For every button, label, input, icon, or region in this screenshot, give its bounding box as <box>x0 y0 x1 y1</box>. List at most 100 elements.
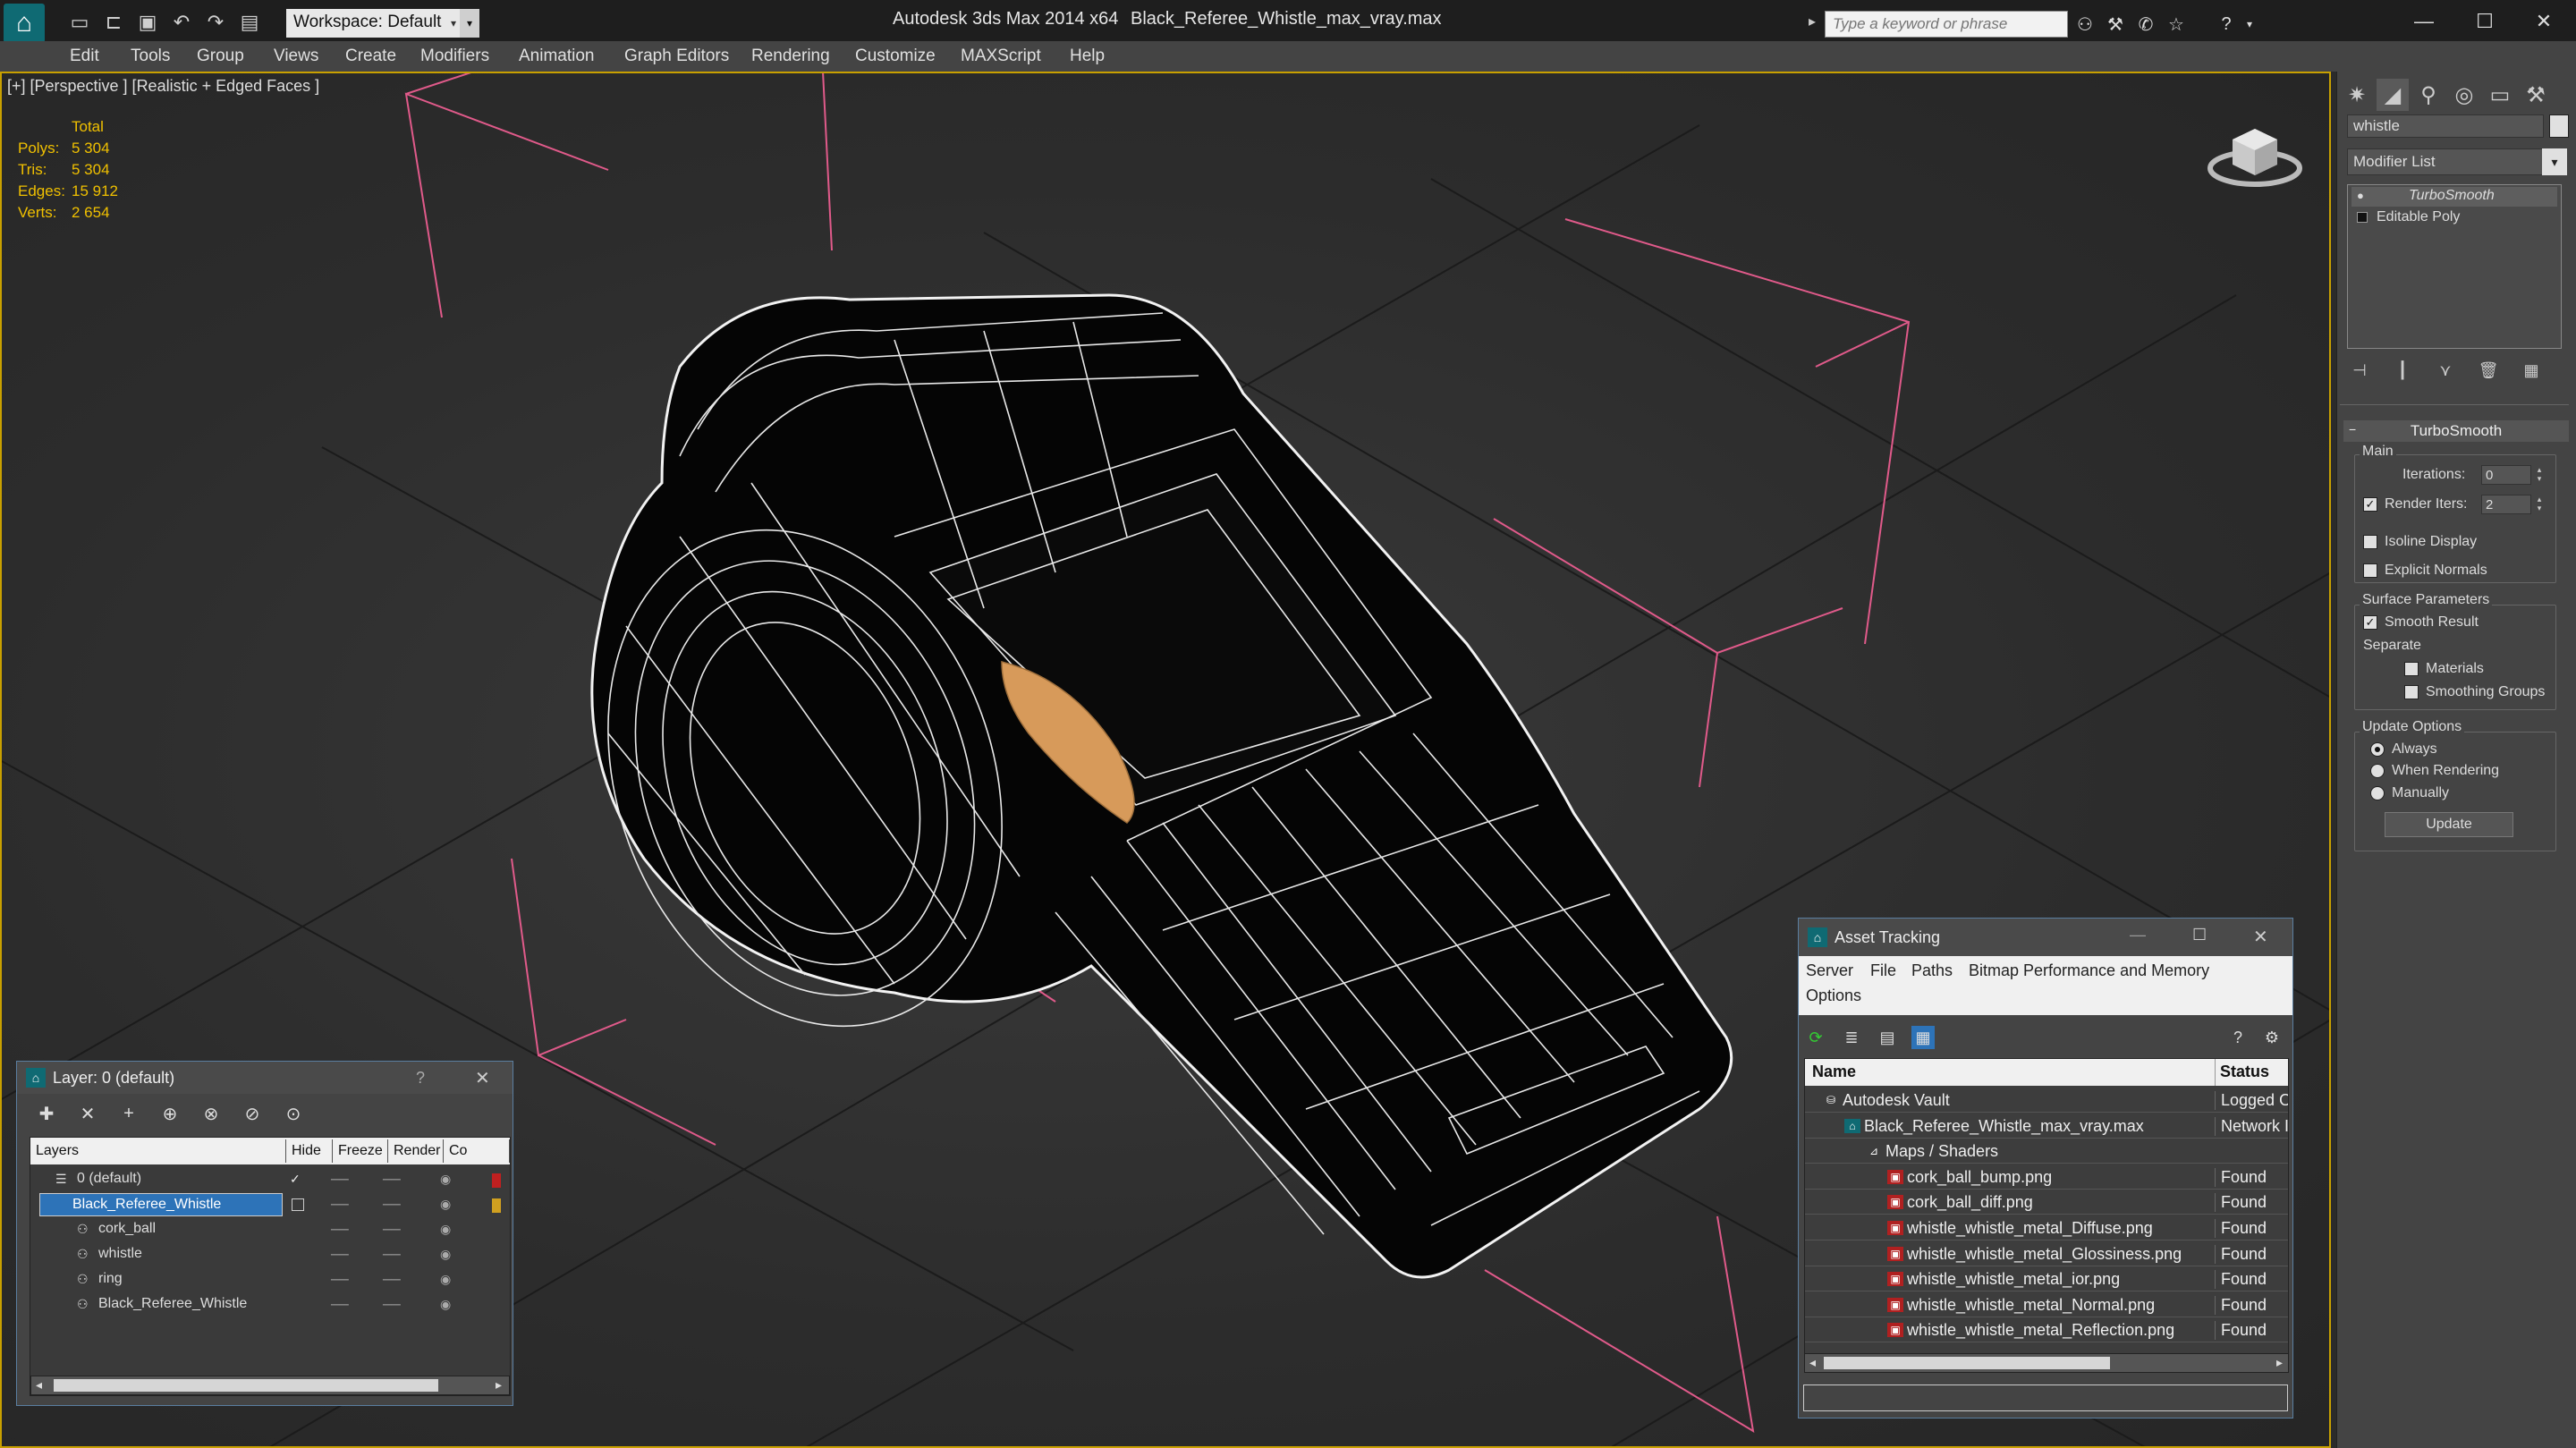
settings-icon[interactable]: ⚙ <box>2260 1026 2284 1049</box>
layer-row[interactable]: ☰ 0 (default) ✓ ── ── ◉ <box>30 1168 512 1193</box>
menu-graph-editors[interactable]: Graph Editors <box>624 47 729 66</box>
display-tab-icon[interactable]: ▭ <box>2484 79 2516 111</box>
highlight-layer-icon[interactable]: ⊗ <box>198 1101 225 1126</box>
update-button[interactable]: Update <box>2385 812 2513 837</box>
freeze-toggle-icon[interactable]: ── <box>383 1197 401 1211</box>
render-toggle-icon[interactable]: ◉ <box>440 1272 451 1287</box>
col-color[interactable]: Co <box>444 1139 510 1163</box>
asset-menu-file[interactable]: File <box>1870 961 1896 980</box>
object-color-swatch[interactable] <box>2549 114 2569 138</box>
menu-rendering[interactable]: Rendering <box>751 47 830 66</box>
hide-toggle-icon[interactable]: ── <box>331 1272 349 1286</box>
current-layer-check-icon[interactable]: ✓ <box>290 1172 301 1187</box>
viewport-label[interactable]: [+] [Perspective ] [Realistic + Edged Fa… <box>7 77 319 96</box>
motion-tab-icon[interactable]: ◎ <box>2448 79 2480 111</box>
hide-toggle-icon[interactable]: ── <box>331 1197 349 1211</box>
iterations-spinner[interactable] <box>2481 465 2531 485</box>
layer-row[interactable]: ⚇ cork_ball ── ── ◉ <box>30 1218 512 1243</box>
close-icon[interactable]: ✕ <box>2253 926 2268 948</box>
set-current-box-icon[interactable] <box>292 1198 304 1211</box>
pin-stack-icon[interactable]: ⊣ <box>2347 358 2372 383</box>
render-toggle-icon[interactable]: ◉ <box>440 1222 451 1237</box>
remove-modifier-icon[interactable]: 🗑 <box>2476 358 2501 383</box>
asset-menu-options[interactable]: Options <box>1806 987 1861 1005</box>
new-file-icon[interactable]: ▭ <box>66 9 93 36</box>
scroll-left-icon[interactable]: ◂ <box>36 1377 42 1393</box>
configure-sets-icon[interactable]: ▦ <box>2519 358 2544 383</box>
project-folder-icon[interactable]: ▤ <box>236 9 263 36</box>
scroll-left-icon[interactable]: ◂ <box>1809 1355 1816 1370</box>
freeze-toggle-icon[interactable]: ── <box>383 1272 401 1286</box>
make-unique-icon[interactable]: ⋎ <box>2433 358 2458 383</box>
freeze-toggle-icon[interactable]: ── <box>383 1222 401 1236</box>
col-hide[interactable]: Hide <box>286 1139 333 1163</box>
asset-menu-paths[interactable]: Paths <box>1911 961 1953 980</box>
help-icon[interactable]: ? <box>2226 1026 2250 1049</box>
open-file-icon[interactable]: ⊏ <box>100 9 127 36</box>
communication-icon[interactable]: ✆ <box>2134 13 2157 36</box>
menu-help[interactable]: Help <box>1070 47 1105 66</box>
help-dropdown-icon[interactable]: ▾ <box>2238 13 2261 36</box>
col-name[interactable]: Name <box>1812 1063 1856 1081</box>
explicit-normals-checkbox[interactable] <box>2363 563 2377 578</box>
help-icon[interactable]: ? <box>2215 13 2238 36</box>
modify-tab-icon[interactable]: ◢ <box>2377 79 2409 111</box>
grid-view-icon[interactable]: ▦ <box>1911 1026 1935 1049</box>
create-layer-icon[interactable]: ✚ <box>33 1101 60 1126</box>
menu-animation[interactable]: Animation <box>519 47 595 66</box>
freeze-toggle-icon[interactable]: ── <box>383 1297 401 1311</box>
save-file-icon[interactable]: ▣ <box>134 9 161 36</box>
utilities-tab-icon[interactable]: ⚒ <box>2520 79 2552 111</box>
modifier-list-dropdown[interactable]: Modifier List <box>2347 148 2544 175</box>
expand-box-icon[interactable] <box>2357 212 2368 223</box>
when-rendering-radio[interactable] <box>2370 764 2385 778</box>
hide-toggle-icon[interactable]: ── <box>331 1297 349 1311</box>
asset-row[interactable]: ▣ whistle_whistle_metal_Diffuse.png Found <box>1805 1215 2288 1241</box>
asset-menu-server[interactable]: Server <box>1806 961 1853 980</box>
help-icon[interactable]: ? <box>416 1069 425 1088</box>
render-iters-checkbox[interactable]: ✓ <box>2363 497 2377 512</box>
asset-row[interactable]: ⌂ Black_Referee_Whistle_max_vray.max Netwo… <box>1805 1114 2288 1139</box>
select-in-layer-icon[interactable]: ⊕ <box>157 1101 183 1126</box>
scroll-right-icon[interactable]: ▸ <box>496 1377 502 1393</box>
subscription-icon[interactable]: ⚒ <box>2104 13 2127 36</box>
col-layers[interactable]: Layers <box>30 1139 286 1163</box>
menu-maxscript[interactable]: MAXScript <box>961 47 1041 66</box>
hide-toggle-icon[interactable]: ── <box>331 1172 349 1186</box>
show-end-result-icon[interactable]: ┃ <box>2390 358 2415 383</box>
delete-layer-icon[interactable]: ✕ <box>74 1101 101 1126</box>
render-iters-spinner[interactable] <box>2481 495 2531 514</box>
add-to-layer-icon[interactable]: + <box>115 1101 142 1126</box>
refresh-icon[interactable]: ⟳ <box>1804 1026 1827 1049</box>
layer-row[interactable]: ☰ Black_Referee_Whistle ── ── ◉ <box>30 1193 512 1218</box>
stack-item-turbosmooth[interactable]: ● TurboSmooth <box>2351 187 2557 207</box>
asset-row[interactable]: ▣ whistle_whistle_metal_ior.png Found <box>1805 1266 2288 1292</box>
chevron-down-icon[interactable]: ▾ <box>2542 148 2567 175</box>
layer-row[interactable]: ⚇ ring ── ── ◉ <box>30 1268 512 1293</box>
col-freeze[interactable]: Freeze <box>333 1139 388 1163</box>
menu-group[interactable]: Group <box>197 47 244 66</box>
list-view-icon[interactable]: ≣ <box>1840 1026 1863 1049</box>
hierarchy-tab-icon[interactable]: ⚲ <box>2412 79 2445 111</box>
col-status[interactable]: Status <box>2220 1063 2269 1081</box>
close-icon[interactable]: ✕ <box>475 1067 490 1089</box>
scroll-thumb[interactable] <box>54 1379 438 1392</box>
maximize-icon[interactable]: ☐ <box>2192 926 2207 944</box>
render-toggle-icon[interactable]: ◉ <box>440 1172 451 1187</box>
freeze-all-layers-icon[interactable]: ⊙ <box>280 1101 307 1126</box>
materials-checkbox[interactable] <box>2404 662 2419 676</box>
workspace-expand-icon[interactable]: ▾ <box>460 9 479 38</box>
menu-edit[interactable]: Edit <box>70 47 99 66</box>
manually-radio[interactable] <box>2370 786 2385 800</box>
asset-row[interactable]: ▣ cork_ball_bump.png Found <box>1805 1164 2288 1190</box>
stack-item-editable-poly[interactable]: Editable Poly <box>2351 208 2557 228</box>
viewcube[interactable] <box>2206 113 2304 193</box>
asset-dialog-titlebar[interactable]: ⌂ Asset Tracking — ☐ ✕ <box>1799 919 2292 956</box>
table-view-icon[interactable]: ▤ <box>1876 1026 1899 1049</box>
asset-row[interactable]: ⊿ Maps / Shaders <box>1805 1139 2288 1164</box>
isoline-display-checkbox[interactable] <box>2363 535 2377 549</box>
layer-dialog-titlebar[interactable]: ⌂ Layer: 0 (default) ? ✕ <box>17 1062 513 1094</box>
freeze-toggle-icon[interactable]: ── <box>383 1172 401 1186</box>
menu-customize[interactable]: Customize <box>855 47 936 66</box>
render-toggle-icon[interactable]: ◉ <box>440 1247 451 1262</box>
